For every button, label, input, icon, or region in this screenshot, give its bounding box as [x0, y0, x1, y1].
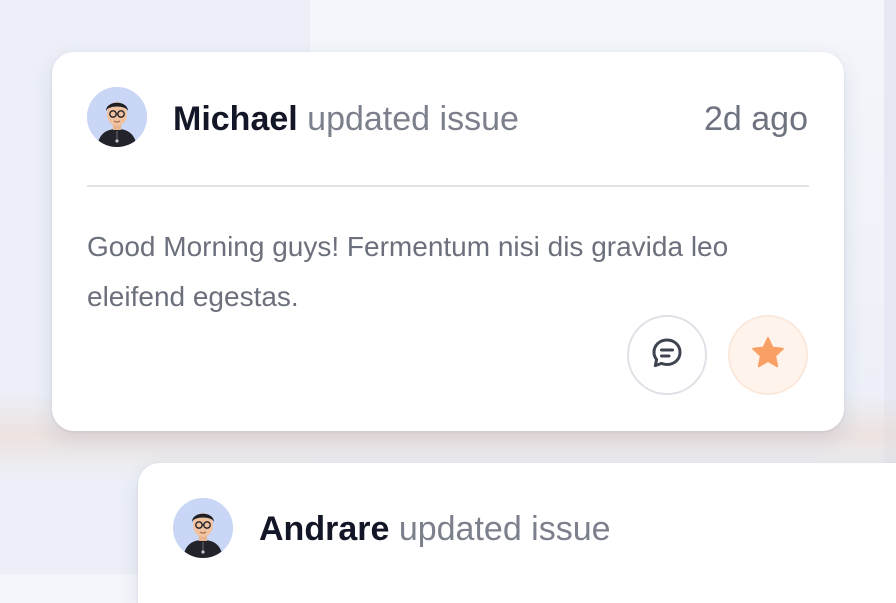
activity-card: Michael updated issue 2d ago Good Mornin…	[52, 52, 844, 431]
divider	[87, 185, 809, 187]
avatar[interactable]	[87, 87, 147, 147]
timestamp: 2d ago	[704, 100, 808, 138]
activity-action: updated issue	[398, 510, 611, 548]
activity-message: Good Morning guys! Fermentum nisi dis gr…	[87, 231, 729, 312]
chat-bubble-icon	[649, 335, 685, 376]
star-button[interactable]	[728, 315, 808, 395]
star-icon	[749, 334, 787, 377]
avatar[interactable]	[173, 498, 233, 558]
user-name[interactable]: Michael	[173, 100, 298, 138]
user-name[interactable]: Andrare	[259, 510, 389, 548]
activity-title: Michael updated issue	[173, 99, 519, 139]
comment-button[interactable]	[627, 315, 707, 395]
activity-action: updated issue	[307, 100, 519, 138]
activity-card: Andrare updated issue	[138, 463, 896, 603]
activity-title: Andrare updated issue	[259, 509, 611, 549]
